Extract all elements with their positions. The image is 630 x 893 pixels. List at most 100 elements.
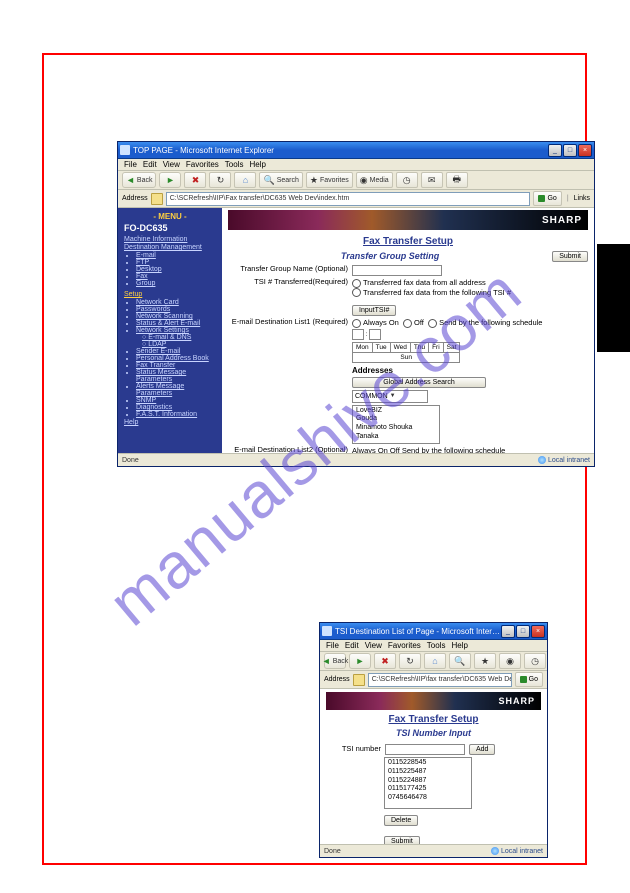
nav-pab[interactable]: Personal Address Book bbox=[136, 355, 216, 362]
nav-status-msg[interactable]: Status Message Parameters bbox=[136, 369, 216, 383]
print-button[interactable]: 🖶 bbox=[446, 172, 468, 188]
history-button[interactable]: ◷ bbox=[396, 172, 418, 188]
input-tsi-button[interactable]: InputTSI# bbox=[352, 305, 396, 316]
input-tsi-number[interactable] bbox=[385, 744, 465, 755]
close-button[interactable]: × bbox=[531, 625, 545, 638]
minimize-button[interactable]: _ bbox=[548, 144, 562, 157]
delete-button[interactable]: Delete bbox=[384, 815, 418, 826]
maximize-button[interactable]: □ bbox=[516, 625, 530, 638]
time1-mm[interactable] bbox=[369, 329, 381, 340]
radio-tsi-all[interactable] bbox=[352, 279, 361, 288]
close-button[interactable]: × bbox=[578, 144, 592, 157]
mail-button[interactable]: ✉ bbox=[421, 172, 443, 188]
day-thu[interactable]: Thu bbox=[410, 342, 428, 352]
radio-always-on-1[interactable] bbox=[352, 319, 361, 328]
home-button[interactable]: ⌂ bbox=[424, 653, 446, 669]
nav-fax[interactable]: Fax bbox=[136, 273, 216, 280]
address-input[interactable]: C:\SCRefresh\IIP\Fax transfer\DC635 Web … bbox=[166, 192, 531, 206]
go-button[interactable]: Go bbox=[515, 672, 543, 687]
media-button[interactable]: ◉ bbox=[499, 653, 521, 669]
menu-favorites[interactable]: Favorites bbox=[388, 641, 421, 650]
nav-desktop[interactable]: Desktop bbox=[136, 266, 216, 273]
nav-fax-transfer[interactable]: Fax Transfer bbox=[136, 362, 216, 369]
nav-network-card[interactable]: Network Card bbox=[136, 299, 216, 306]
radio-schedule-1[interactable] bbox=[428, 319, 437, 328]
menu-help[interactable]: Help bbox=[249, 160, 265, 169]
address-list[interactable]: LoveBIZ Gouda Minamoto Shouka Tanaka bbox=[352, 405, 440, 444]
maximize-button[interactable]: □ bbox=[563, 144, 577, 157]
stop-button[interactable]: ✖ bbox=[184, 172, 206, 188]
menu-favorites[interactable]: Favorites bbox=[186, 160, 219, 169]
refresh-button[interactable]: ↻ bbox=[209, 172, 231, 188]
day-sat[interactable]: Sat bbox=[443, 342, 460, 352]
list-item[interactable]: Tanaka bbox=[356, 433, 436, 442]
nav-fast[interactable]: F.A.S.T. Information bbox=[136, 411, 216, 418]
nav-ftp[interactable]: FTP bbox=[136, 259, 216, 266]
nav-email[interactable]: E-mail bbox=[136, 252, 216, 259]
global-address-search-button[interactable]: Global Address Search bbox=[352, 377, 486, 388]
list-item[interactable]: 0115224887 bbox=[388, 777, 468, 786]
back-button[interactable]: ◄Back bbox=[122, 172, 156, 188]
nav-group[interactable]: Group bbox=[136, 280, 216, 287]
list-item[interactable]: 0115225487 bbox=[388, 768, 468, 777]
day-tue[interactable]: Tue bbox=[372, 342, 390, 352]
stop-button[interactable]: ✖ bbox=[374, 653, 396, 669]
nav-passwords[interactable]: Passwords bbox=[136, 306, 216, 313]
address-input[interactable]: C:\SCRefresh\IIP\fax transfer\DC635 Web … bbox=[368, 673, 512, 687]
tsi-number-list[interactable]: 0115228545 0115225487 0115224887 0115177… bbox=[384, 757, 472, 809]
nav-status-alert[interactable]: Status & Alert E-mail bbox=[136, 320, 216, 327]
menu-file[interactable]: File bbox=[326, 641, 339, 650]
list-item[interactable]: 0745646478 bbox=[388, 794, 468, 803]
links-label[interactable]: Links bbox=[574, 195, 590, 202]
nav-help[interactable]: Help bbox=[124, 419, 216, 426]
radio-off-1[interactable] bbox=[403, 319, 412, 328]
media-button[interactable]: ◉Media bbox=[356, 172, 393, 188]
radio-tsi-list[interactable] bbox=[352, 288, 361, 297]
list-item[interactable]: LoveBIZ bbox=[356, 407, 436, 416]
list-item[interactable]: 0115228545 bbox=[388, 759, 468, 768]
favorites-button[interactable]: ★Favorites bbox=[306, 172, 353, 188]
menu-view[interactable]: View bbox=[163, 160, 180, 169]
nav-ldap[interactable]: ○ LDAP bbox=[136, 341, 216, 348]
nav-snmp[interactable]: SNMP bbox=[136, 397, 216, 404]
menu-edit[interactable]: Edit bbox=[345, 641, 359, 650]
select-common[interactable]: COMMON▼ bbox=[352, 390, 428, 403]
minimize-button[interactable]: _ bbox=[501, 625, 515, 638]
add-button[interactable]: Add bbox=[469, 744, 495, 755]
nav-network-settings[interactable]: Network Settings bbox=[136, 327, 216, 334]
list-item[interactable]: Minamoto Shouka bbox=[356, 424, 436, 433]
menu-view[interactable]: View bbox=[365, 641, 382, 650]
day-mon[interactable]: Mon bbox=[353, 342, 373, 352]
nav-email-dns[interactable]: ○ E-mail & DNS bbox=[136, 334, 216, 341]
list-item[interactable]: 0115177425 bbox=[388, 785, 468, 794]
search-button[interactable]: 🔍Search bbox=[259, 172, 302, 188]
menu-file[interactable]: File bbox=[124, 160, 137, 169]
menu-tools[interactable]: Tools bbox=[225, 160, 244, 169]
forward-button[interactable]: ► bbox=[159, 172, 181, 188]
menu-edit[interactable]: Edit bbox=[143, 160, 157, 169]
go-button[interactable]: Go bbox=[533, 191, 561, 206]
home-button[interactable]: ⌂ bbox=[234, 172, 256, 188]
forward-button[interactable]: ► bbox=[349, 653, 371, 669]
nav-network-scanning[interactable]: Network Scanning bbox=[136, 313, 216, 320]
nav-dest-mgmt[interactable]: Destination Management bbox=[124, 244, 216, 251]
time1-hh[interactable] bbox=[352, 329, 364, 340]
refresh-button[interactable]: ↻ bbox=[399, 653, 421, 669]
day-fri[interactable]: Fri bbox=[429, 342, 444, 352]
submit-button[interactable]: Submit bbox=[384, 836, 420, 844]
favorites-button[interactable]: ★ bbox=[474, 653, 496, 669]
back-button[interactable]: ◄Back bbox=[324, 653, 346, 669]
day-sun[interactable]: Sun bbox=[353, 352, 460, 362]
list-item[interactable]: Gouda bbox=[356, 415, 436, 424]
menu-help[interactable]: Help bbox=[451, 641, 467, 650]
nav-setup[interactable]: Setup bbox=[124, 291, 216, 298]
search-button[interactable]: 🔍 bbox=[449, 653, 471, 669]
nav-sender-email[interactable]: Sender E-mail bbox=[136, 348, 216, 355]
submit-button-top[interactable]: Submit bbox=[552, 251, 588, 262]
nav-diagnostics[interactable]: Diagnostics bbox=[136, 404, 216, 411]
day-wed[interactable]: Wed bbox=[390, 342, 410, 352]
input-tg-name[interactable] bbox=[352, 265, 442, 276]
nav-machine-info[interactable]: Machine Information bbox=[124, 236, 216, 243]
nav-alerts-msg[interactable]: Alerts Message Parameters bbox=[136, 383, 216, 397]
menu-tools[interactable]: Tools bbox=[427, 641, 446, 650]
